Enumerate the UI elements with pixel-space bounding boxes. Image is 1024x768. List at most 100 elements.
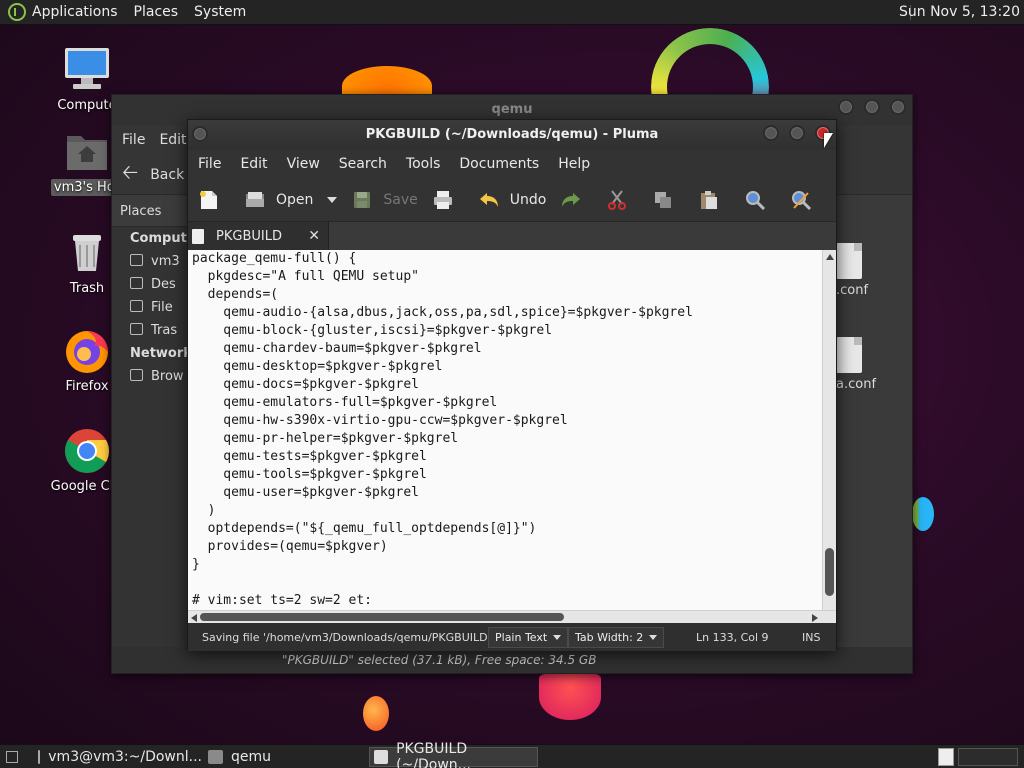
maximize-button[interactable] bbox=[864, 99, 880, 115]
sidebar-item-label: vm3 bbox=[151, 254, 180, 269]
open-label: Open bbox=[276, 191, 314, 208]
scrollbar-thumb[interactable] bbox=[825, 548, 834, 596]
chrome-icon bbox=[63, 427, 111, 475]
taskbar-item-qemu[interactable]: qemu bbox=[204, 747, 366, 767]
taskbar-label: PKGBUILD (~/Down... bbox=[396, 741, 471, 768]
menu-tools[interactable]: Tools bbox=[406, 156, 441, 172]
taskbar-item-pluma[interactable]: PKGBUILD (~/Down... bbox=[369, 741, 538, 768]
sidebar-item-filesystem[interactable]: File bbox=[112, 296, 188, 319]
menu-file[interactable]: File bbox=[122, 132, 145, 148]
scroll-right-icon[interactable] bbox=[812, 614, 818, 622]
open-folder-icon bbox=[244, 189, 266, 211]
sidebar-item-label: Des bbox=[151, 277, 176, 292]
save-button[interactable]: Save bbox=[351, 189, 418, 211]
mouse-cursor-icon bbox=[824, 133, 833, 148]
back-label: Back bbox=[150, 166, 185, 183]
menu-search[interactable]: Search bbox=[339, 156, 387, 172]
window-title: PKGBUILD (~/Downloads/qemu) - Pluma bbox=[365, 127, 659, 142]
minimize-button[interactable] bbox=[763, 125, 779, 141]
drive-icon bbox=[130, 300, 143, 312]
new-document-button[interactable] bbox=[198, 189, 230, 211]
find-button[interactable] bbox=[744, 189, 776, 211]
horizontal-scrollbar[interactable] bbox=[188, 610, 836, 623]
sidebar-item-home[interactable]: vm3 bbox=[112, 250, 188, 273]
undo-label: Undo bbox=[509, 191, 547, 208]
menu-file[interactable]: File bbox=[198, 156, 221, 172]
terminal-icon bbox=[38, 750, 41, 764]
redo-icon bbox=[560, 189, 582, 211]
copy-icon bbox=[652, 189, 674, 211]
vertical-scrollbar[interactable] bbox=[822, 250, 836, 610]
close-button[interactable] bbox=[890, 99, 906, 115]
places-header[interactable]: Places bbox=[112, 197, 188, 227]
syntax-label: Plain Text bbox=[495, 631, 548, 644]
paste-button[interactable] bbox=[698, 189, 730, 211]
pluma-menubar: File Edit View Search Tools Documents He… bbox=[188, 150, 836, 178]
computer-icon bbox=[63, 46, 111, 94]
cut-button[interactable] bbox=[606, 189, 638, 211]
home-folder-icon bbox=[63, 128, 111, 176]
taskbar-item-terminal[interactable]: vm3@vm3:~/Downl... bbox=[34, 747, 202, 767]
minimize-button[interactable] bbox=[838, 99, 854, 115]
print-button[interactable] bbox=[432, 189, 464, 211]
text-editor-icon bbox=[374, 750, 389, 764]
syntax-selector[interactable]: Plain Text bbox=[488, 627, 569, 648]
undo-button[interactable]: Undo bbox=[478, 189, 547, 211]
sidebar-item-label: Brow bbox=[151, 369, 184, 384]
show-desktop-icon[interactable] bbox=[6, 751, 18, 763]
menu-edit[interactable]: Edit bbox=[159, 132, 186, 148]
save-icon bbox=[351, 189, 373, 211]
menu-documents[interactable]: Documents bbox=[459, 156, 539, 172]
menu-view[interactable]: View bbox=[287, 156, 320, 172]
redo-button[interactable] bbox=[560, 189, 592, 211]
mate-logo-icon[interactable] bbox=[8, 3, 26, 21]
scrollbar-thumb[interactable] bbox=[200, 613, 564, 621]
pluma-toolbar: Open Save Undo bbox=[188, 178, 836, 222]
pluma-titlebar[interactable]: PKGBUILD (~/Downloads/qemu) - Pluma bbox=[188, 120, 836, 150]
scroll-up-icon[interactable] bbox=[826, 254, 834, 260]
document-icon bbox=[192, 228, 204, 244]
file-item[interactable]: .conf bbox=[836, 243, 914, 298]
tab-width-selector[interactable]: Tab Width: 2 bbox=[568, 627, 665, 648]
insert-mode: INS bbox=[802, 631, 821, 644]
save-label: Save bbox=[383, 191, 418, 208]
desktop-icon bbox=[130, 277, 143, 289]
sidebar-header-computer: Compute bbox=[130, 231, 188, 246]
firefox-icon bbox=[63, 327, 111, 375]
text-editor[interactable]: package_qemu-full() { pkgdesc="A full QE… bbox=[188, 250, 824, 610]
maximize-button[interactable] bbox=[789, 125, 805, 141]
undo-icon bbox=[478, 189, 500, 211]
document-tabs: PKGBUILD ✕ bbox=[188, 222, 836, 250]
home-icon bbox=[130, 254, 143, 266]
clock[interactable]: Sun Nov 5, 13:20 bbox=[899, 4, 1020, 20]
sidebar-item-browse-network[interactable]: Brow bbox=[112, 365, 188, 388]
workspace-switcher[interactable] bbox=[938, 748, 954, 766]
pluma-window[interactable]: PKGBUILD (~/Downloads/qemu) - Pluma File… bbox=[187, 119, 837, 651]
replace-button[interactable] bbox=[790, 189, 822, 211]
sidebar-item-trash[interactable]: Tras bbox=[112, 319, 188, 342]
code-content: package_qemu-full() { pkgdesc="A full QE… bbox=[192, 251, 693, 608]
chevron-down-icon bbox=[553, 635, 562, 640]
close-tab-icon[interactable]: ✕ bbox=[308, 228, 320, 244]
desktop-icon-label: Compute bbox=[57, 98, 117, 113]
chevron-down-icon[interactable] bbox=[327, 196, 338, 203]
sidebar-item-desktop[interactable]: Des bbox=[112, 273, 188, 296]
menu-help[interactable]: Help bbox=[558, 156, 590, 172]
file-item[interactable]: a.conf bbox=[836, 337, 914, 392]
folder-icon bbox=[208, 750, 223, 764]
desktop-icon-label: Firefox bbox=[65, 379, 109, 394]
back-button[interactable]: 🡠 Back bbox=[122, 158, 184, 192]
tab-pkgbuild[interactable]: PKGBUILD ✕ bbox=[188, 222, 329, 250]
menu-edit[interactable]: Edit bbox=[240, 156, 267, 172]
scroll-left-icon[interactable] bbox=[191, 614, 197, 622]
trash-icon bbox=[63, 229, 111, 277]
open-button[interactable]: Open bbox=[244, 189, 338, 211]
menu-places[interactable]: Places bbox=[134, 4, 179, 20]
menu-system[interactable]: System bbox=[194, 4, 246, 20]
menu-applications[interactable]: Applications bbox=[32, 4, 118, 20]
places-sidebar: Places Compute vm3 Des File Tras Network… bbox=[112, 197, 188, 649]
sidebar-item-label: File bbox=[151, 300, 173, 315]
workspace-switcher[interactable] bbox=[958, 748, 1018, 766]
paste-icon bbox=[698, 189, 720, 211]
copy-button[interactable] bbox=[652, 189, 684, 211]
